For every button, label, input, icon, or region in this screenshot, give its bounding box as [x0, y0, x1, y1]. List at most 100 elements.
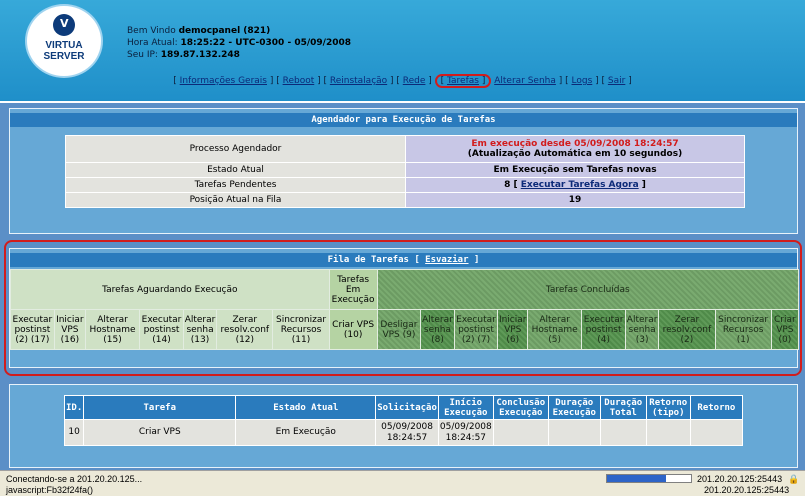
scheduler-table: Processo Agendador Em execução desde 05/…	[65, 135, 745, 208]
job-started: 05/09/2008 18:24:57	[437, 419, 494, 446]
logo-line2: SERVER	[43, 51, 85, 62]
scheduler-state-value: Em Execução sem Tarefas novas	[405, 162, 745, 178]
scheduler-panel: Agendador para Execução de Tarefas Proce…	[9, 108, 798, 234]
queue-task-done: Executar postinst (4)	[581, 309, 626, 350]
scheduler-running-since: Em execução desde 05/09/2008 18:24:57	[471, 139, 679, 149]
job-task: Criar VPS	[83, 419, 237, 446]
col-return-type: Retorno (tipo)	[645, 395, 691, 420]
status-url: javascript:Fb32f24fa()	[6, 485, 94, 495]
queue-task: Executar postinst (14)	[139, 309, 184, 350]
waiting-group-header: Tarefas Aguardando Execução	[10, 269, 330, 310]
col-return: Retorno	[689, 395, 744, 420]
jobs-header-row: ID. Tarefa Estado Atual Solicitação Iníc…	[63, 395, 744, 420]
nav-tarefas[interactable]: Tarefas	[447, 76, 479, 86]
queue-task-done: Iniciar VPS (6)	[497, 309, 529, 350]
scheduler-row: Estado Atual Em Execução sem Tarefas nov…	[65, 162, 745, 178]
queue-task: Executar postinst (2) (17)	[10, 309, 55, 350]
queue-table: Tarefas Aguardando Execução Tarefas Em E…	[10, 269, 800, 350]
job-return	[689, 419, 744, 446]
scheduler-label: Posição Atual na Fila	[65, 192, 406, 208]
nav-alterar-senha[interactable]: Alterar Senha	[494, 76, 556, 86]
scheduler-label: Tarefas Pendentes	[65, 177, 406, 193]
nav-logs[interactable]: Logs	[572, 76, 593, 86]
queue-task: Alterar Hostname (15)	[84, 309, 141, 350]
loading-progress-fill	[607, 475, 666, 482]
job-requested: 05/09/2008 18:24:57	[375, 419, 439, 446]
browser-status-bar: Conectando-se a 201.20.20.125... javascr…	[0, 470, 805, 496]
col-requested: Solicitação	[375, 395, 439, 420]
logo-line1: VIRTUA	[45, 40, 83, 51]
pending-tasks-value: 8 [ Executar Tarefas Agora ]	[405, 177, 745, 193]
scheduler-title: Agendador para Execução de Tarefas	[10, 113, 797, 127]
scheduler-value: Em execução desde 05/09/2008 18:24:57 (A…	[405, 135, 745, 163]
queue-task-row: Executar postinst (2) (17) Iniciar VPS (…	[10, 309, 800, 350]
queue-task-running: Criar VPS (10)	[328, 309, 378, 350]
queue-task-done: Zerar resolv.conf (2)	[658, 309, 716, 350]
nav-rede[interactable]: Rede	[403, 76, 426, 86]
run-tasks-now-link[interactable]: Executar Tarefas Agora	[521, 180, 639, 190]
queue-position-value: 19	[405, 192, 745, 208]
time-line: Hora Atual: 18:25:22 - UTC-0300 - 05/09/…	[127, 37, 351, 49]
queue-task-done: Sincronizar Recursos (1)	[714, 309, 772, 350]
col-duration-exec: Duração Execução	[547, 395, 601, 420]
scheduler-label: Estado Atual	[65, 162, 406, 178]
scheduler-refresh-note: (Atualização Automática em 10 segundos)	[467, 149, 683, 159]
welcome-prefix: Bem Vindo	[127, 26, 179, 36]
done-group-header: Tarefas Concluídas	[376, 269, 800, 310]
job-finished	[492, 419, 549, 446]
main-nav: [ Informações Gerais ] [ Reboot ] [ Rein…	[173, 74, 632, 88]
time-label: Hora Atual:	[127, 38, 181, 48]
col-finished: Conclusão Execução	[492, 395, 549, 420]
scheduler-label: Processo Agendador	[65, 135, 406, 163]
queue-task-done: Criar VPS (0)	[770, 309, 800, 350]
ip-value: 189.87.132.248	[160, 50, 240, 60]
queue-task-done: Desligar VPS (9)	[376, 309, 422, 350]
clear-queue-link[interactable]: Esvaziar	[425, 255, 468, 265]
queue-group-row: Tarefas Aguardando Execução Tarefas Em E…	[10, 269, 800, 310]
status-ip-1: 201.20.20.125:25443	[697, 474, 783, 484]
job-duration-exec	[547, 419, 601, 446]
time-value: 18:25:22 - UTC-0300 - 05/09/2008	[180, 38, 352, 48]
running-group-header: Tarefas Em Execução	[328, 269, 378, 310]
nav-informacoes[interactable]: Informações Gerais	[180, 76, 267, 86]
nav-reboot[interactable]: Reboot	[283, 76, 315, 86]
queue-task-done: Executar postinst (2) (7)	[453, 309, 499, 350]
nav-reinstalacao[interactable]: Reinstalação	[330, 76, 387, 86]
queue-task: Alterar senha (13)	[182, 309, 218, 350]
scheduler-row: Tarefas Pendentes 8 [ Executar Tarefas A…	[65, 177, 745, 193]
queue-title: Fila de Tarefas [ Esvaziar ]	[10, 253, 797, 267]
nav-tarefas-selected: [ Tarefas ]	[434, 74, 492, 88]
queue-task: Sincronizar Recursos (11)	[272, 309, 330, 350]
nav-sair[interactable]: Sair	[608, 76, 625, 86]
ip-line: Seu IP: 189.87.132.248	[127, 49, 351, 61]
col-duration-total: Duração Total	[599, 395, 647, 420]
jobs-table: ID. Tarefa Estado Atual Solicitação Iníc…	[63, 395, 744, 446]
header: VIRTUA SERVER Bem Vindo democpanel (821)…	[0, 0, 805, 103]
queue-task: Zerar resolv.conf (12)	[216, 309, 274, 350]
welcome-block: Bem Vindo democpanel (821) Hora Atual: 1…	[127, 25, 351, 61]
queue-task-done: Alterar Hostname (5)	[527, 309, 583, 350]
ip-label: Seu IP:	[127, 50, 161, 60]
col-started: Início Execução	[437, 395, 494, 420]
virtuaserver-logo: VIRTUA SERVER	[27, 6, 101, 76]
job-duration-total	[599, 419, 647, 446]
scheduler-row: Processo Agendador Em execução desde 05/…	[65, 135, 745, 163]
job-state: Em Execução	[235, 419, 377, 446]
table-row: 10 Criar VPS Em Execução 05/09/2008 18:2…	[63, 419, 744, 446]
welcome-line: Bem Vindo democpanel (821)	[127, 25, 351, 37]
queue-task-done: Alterar senha (3)	[624, 309, 660, 350]
loading-progress-bar	[606, 474, 692, 483]
lock-icon: 🔒	[788, 474, 800, 484]
col-id: ID.	[63, 395, 85, 420]
job-id: 10	[63, 419, 85, 446]
queue-panel: Fila de Tarefas [ Esvaziar ] Tarefas Agu…	[9, 248, 800, 368]
col-state: Estado Atual	[235, 395, 377, 420]
job-return-type	[645, 419, 691, 446]
queue-task-done: Alterar senha (8)	[420, 309, 455, 350]
scheduler-row: Posição Atual na Fila 19	[65, 192, 745, 208]
queue-task: Iniciar VPS (16)	[53, 309, 86, 350]
gear-logo-icon	[53, 14, 75, 36]
status-ip-2: 201.20.20.125:25443	[704, 485, 790, 495]
queue-title-text: Fila de Tarefas	[327, 255, 409, 265]
pending-count: 8	[504, 180, 511, 190]
